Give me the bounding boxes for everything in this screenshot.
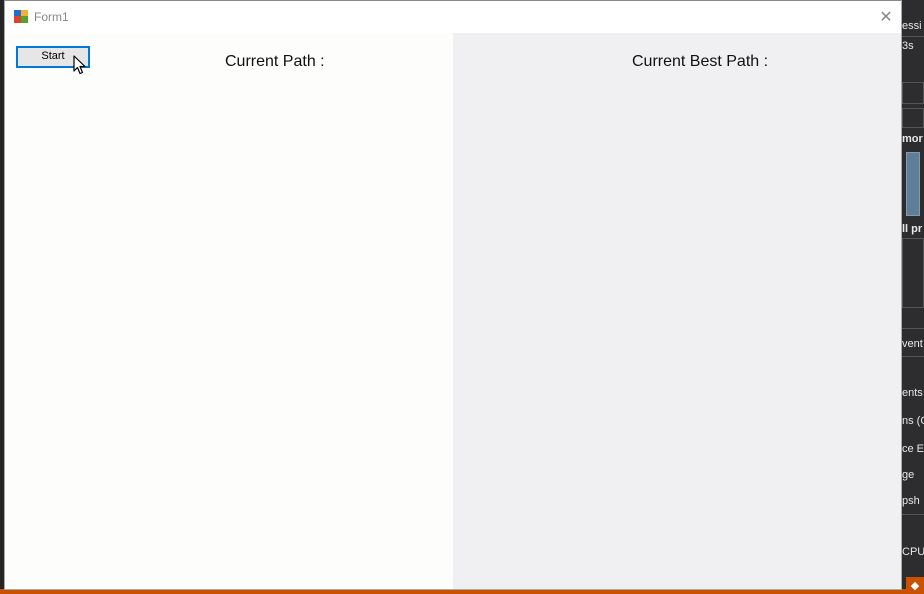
bg-fragment: ce E (902, 443, 924, 455)
close-button[interactable]: ✕ (871, 5, 901, 29)
background-ide-right: essi 3s mor ll pr vent ents ns (C ce E g… (902, 0, 924, 594)
current-best-path-label: Current Best Path : (632, 53, 769, 70)
current-path-panel: Start Current Path : (5, 33, 453, 589)
close-icon: ✕ (879, 7, 893, 26)
bg-fragment: ll pr (902, 223, 923, 235)
bg-fragment: ns (C (902, 415, 924, 427)
window-title: Form1 (34, 10, 69, 24)
git-icon[interactable]: ◆ (906, 577, 924, 594)
client-area: Start Current Path : Current Best Path : (5, 33, 901, 589)
bg-fragment: essi (902, 20, 922, 32)
bg-fragment: ents (902, 387, 923, 399)
title-bar[interactable]: Form1 ✕ (5, 1, 901, 33)
bg-fragment: vent (902, 338, 923, 350)
bg-fragment: mor (902, 133, 923, 145)
winforms-app-icon (14, 10, 28, 23)
current-best-path-panel: Current Best Path : (453, 33, 901, 589)
mouse-pointer-icon (73, 55, 86, 75)
bg-fragment: 3s (902, 40, 914, 52)
bg-fragment: CPU (902, 546, 924, 558)
bg-fragment: ge (902, 469, 915, 481)
form-window: Form1 ✕ Start Current Path : Current Bes… (4, 0, 902, 590)
bg-fragment: psh (902, 495, 920, 507)
current-path-label: Current Path : (225, 53, 325, 70)
bg-graph (906, 152, 920, 216)
